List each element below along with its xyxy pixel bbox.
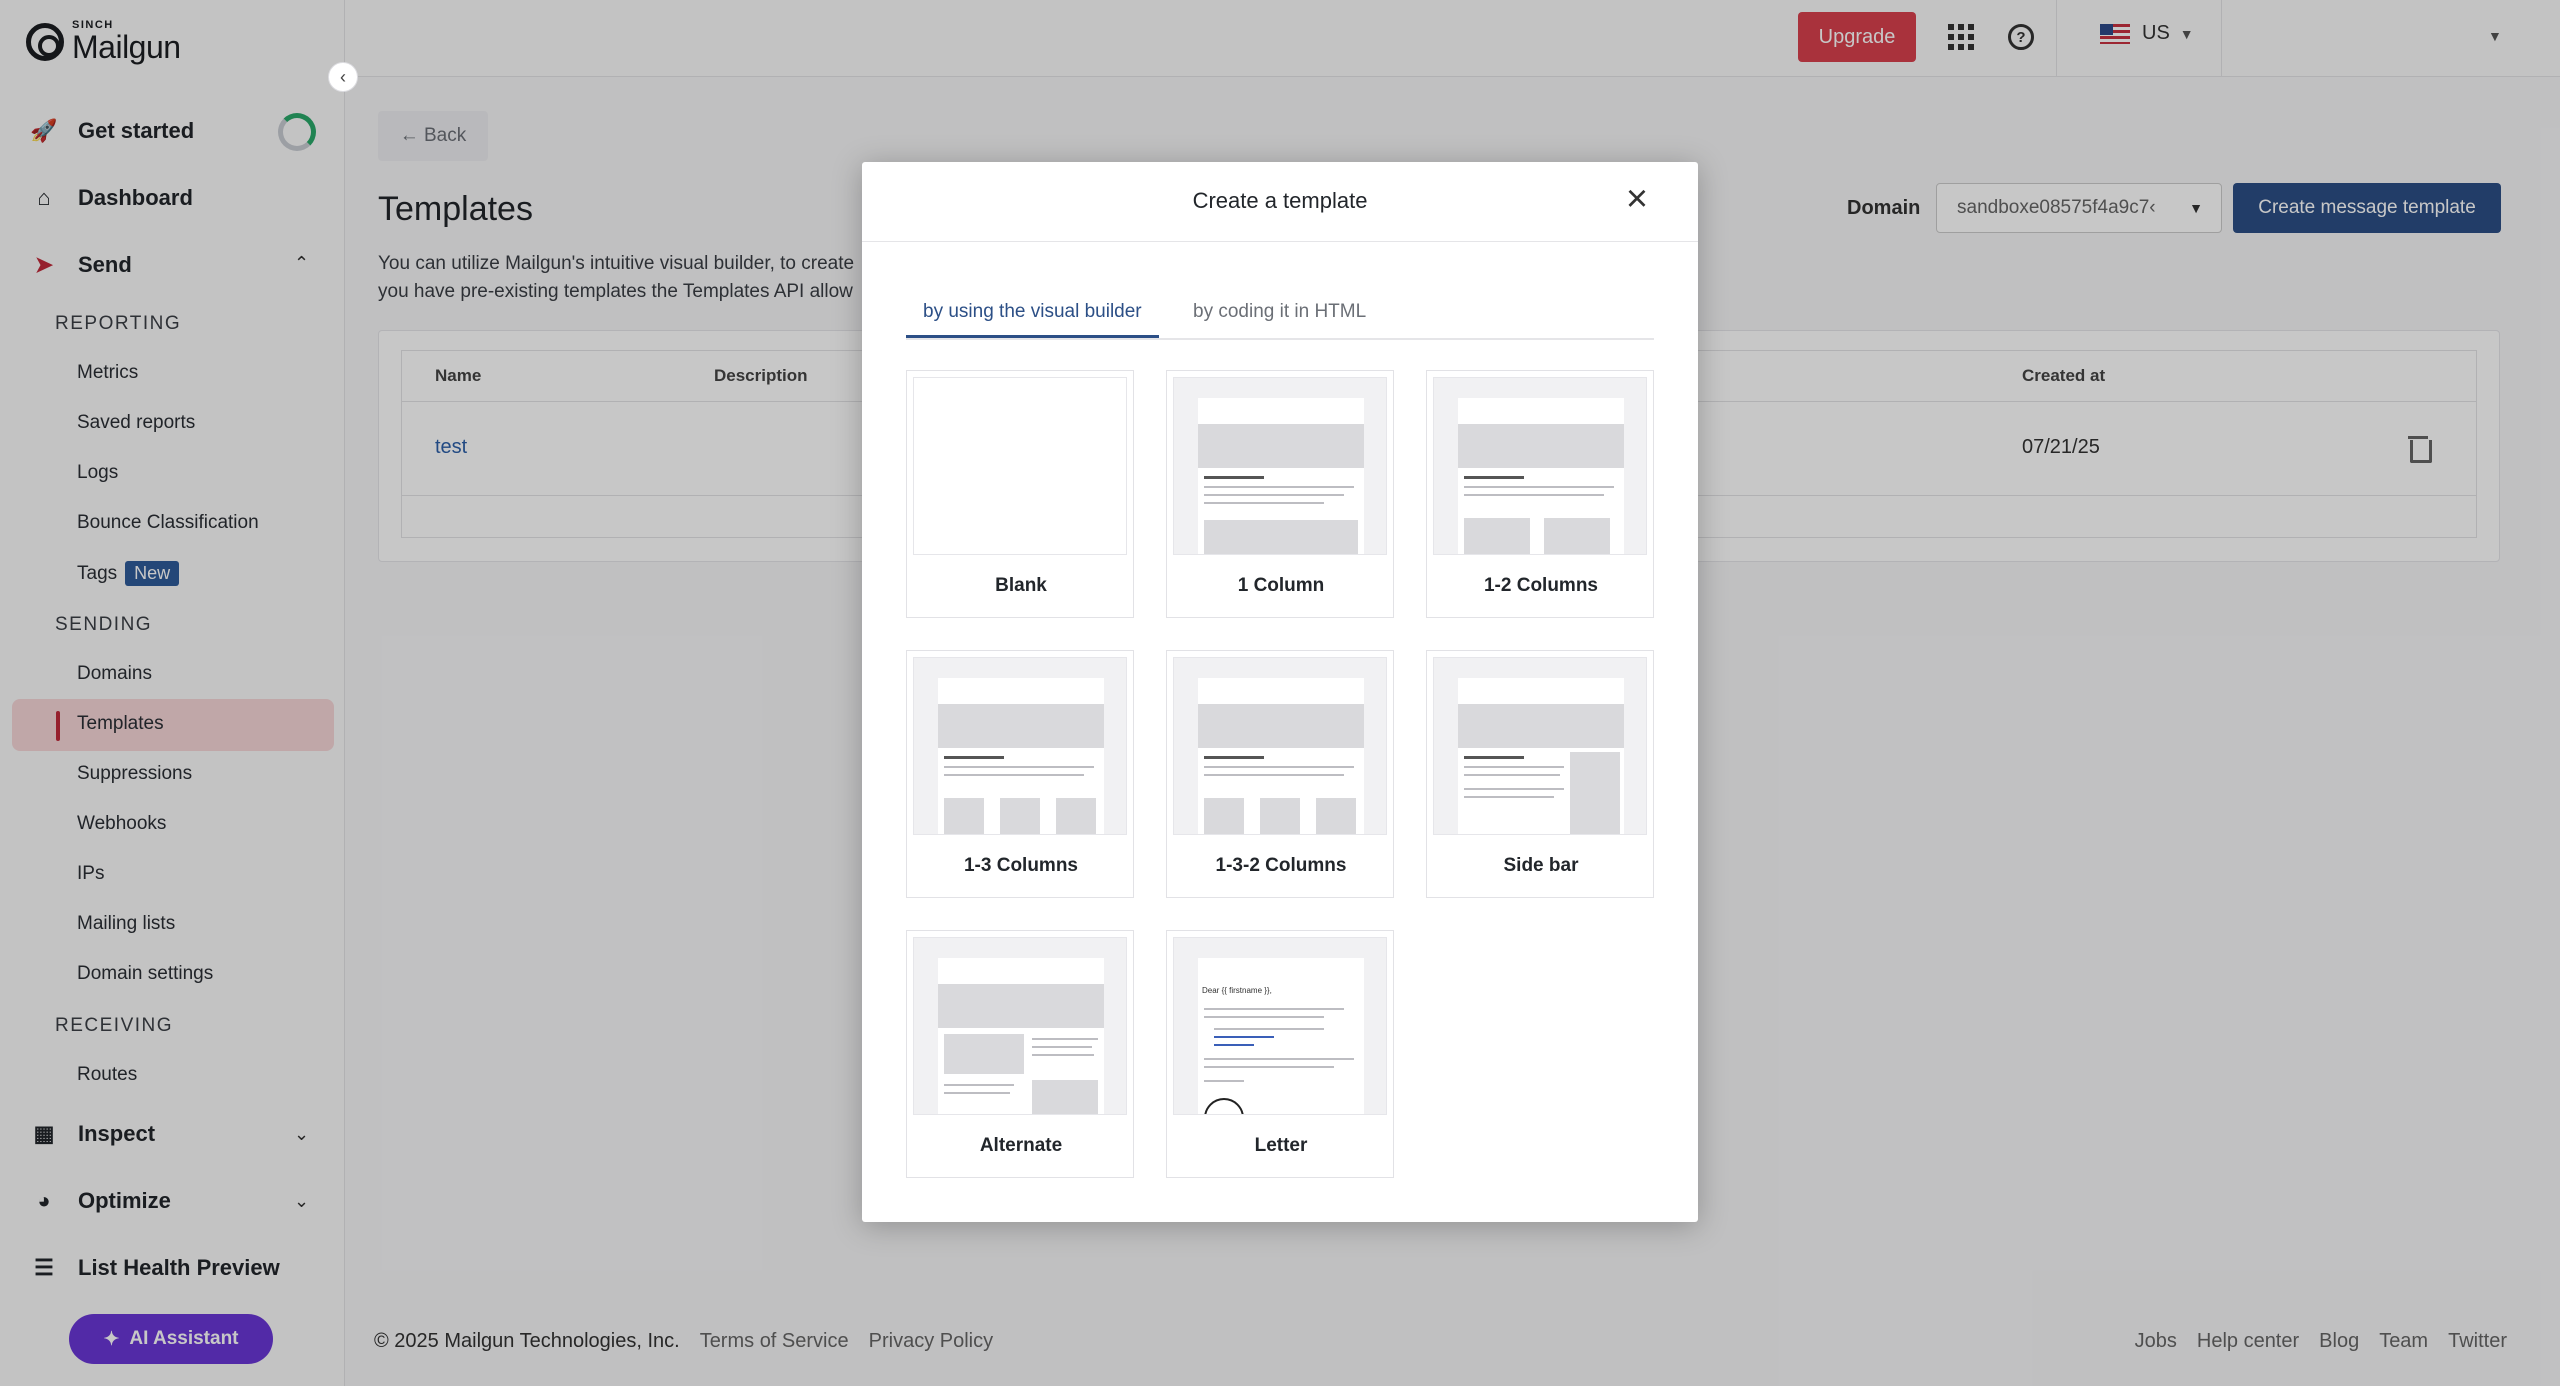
template-tile-side-bar[interactable]: Side bar bbox=[1426, 650, 1654, 898]
template-label: Alternate bbox=[979, 1135, 1063, 1156]
template-thumbnail bbox=[1433, 657, 1647, 835]
template-label: 1 Column bbox=[1237, 575, 1325, 596]
template-thumbnail bbox=[1433, 377, 1647, 555]
template-thumbnail bbox=[1173, 377, 1387, 555]
close-icon[interactable]: × bbox=[1620, 180, 1654, 218]
template-thumbnail bbox=[913, 377, 1127, 555]
modal-header: Create a template × bbox=[862, 162, 1698, 242]
template-label: Side bar bbox=[1503, 855, 1579, 876]
template-thumbnail bbox=[1173, 657, 1387, 835]
template-label: 1-3-2 Columns bbox=[1215, 855, 1347, 876]
letter-greeting: Dear {{ firstname }}, bbox=[1202, 986, 1272, 995]
template-tile-1-3-columns[interactable]: 1-3 Columns bbox=[906, 650, 1134, 898]
create-template-modal: Create a template × by using the visual … bbox=[862, 162, 1698, 1222]
template-thumbnail bbox=[913, 657, 1127, 835]
template-thumbnail: Dear {{ firstname }}, bbox=[1173, 937, 1387, 1115]
template-tile-letter[interactable]: Dear {{ firstname }}, Letter bbox=[1166, 930, 1394, 1178]
collapse-sidebar-button[interactable]: ‹ bbox=[328, 62, 358, 92]
template-tile-1-3-2-columns[interactable]: 1-3-2 Columns bbox=[1166, 650, 1394, 898]
template-label: 1-2 Columns bbox=[1483, 575, 1599, 596]
tab-visual-builder[interactable]: by using the visual builder bbox=[906, 294, 1159, 338]
tab-coding-html[interactable]: by coding it in HTML bbox=[1176, 294, 1383, 338]
template-label: 1-3 Columns bbox=[963, 855, 1079, 876]
modal-tabs: by using the visual builder by coding it… bbox=[906, 294, 1654, 340]
template-thumbnail bbox=[913, 937, 1127, 1115]
template-tile-1-2-columns[interactable]: 1-2 Columns bbox=[1426, 370, 1654, 618]
template-tile-1-column[interactable]: 1 Column bbox=[1166, 370, 1394, 618]
template-label: Blank bbox=[995, 575, 1047, 596]
chevron-left-icon: ‹ bbox=[340, 66, 346, 87]
modal-title: Create a template bbox=[1192, 188, 1368, 213]
template-tile-alternate[interactable]: Alternate bbox=[906, 930, 1134, 1178]
template-tile-blank[interactable]: Blank bbox=[906, 370, 1134, 618]
template-label: Letter bbox=[1254, 1135, 1308, 1156]
